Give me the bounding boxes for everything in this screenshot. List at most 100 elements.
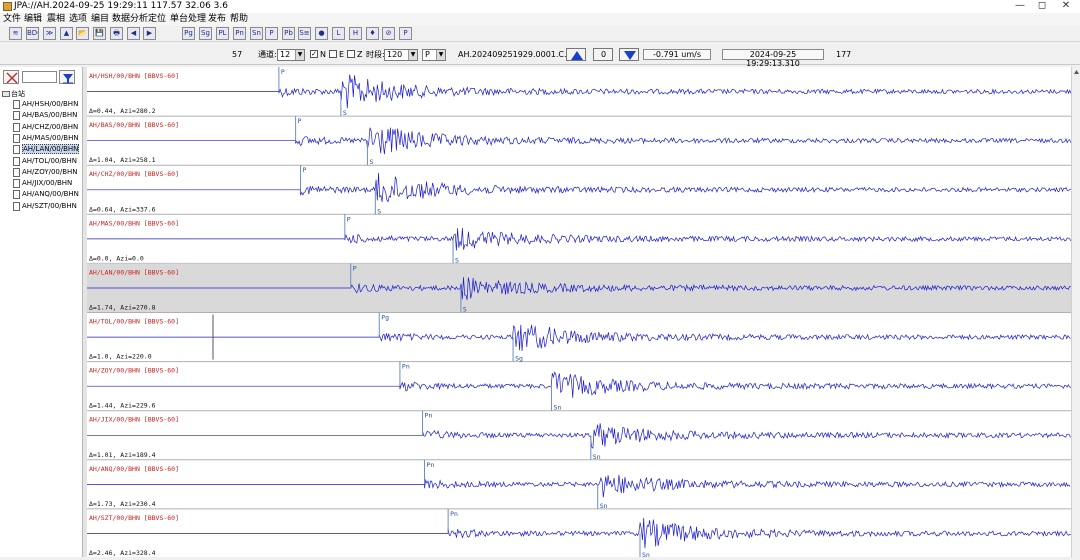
station-label: AH/LAN/00/BHN <box>22 144 80 155</box>
trace-row[interactable]: AH/MAS/00/BHN [BBVS-60] Δ=0.0, Azi=0.0 P S <box>87 214 1072 264</box>
clear-button[interactable] <box>3 70 19 84</box>
n-checkbox[interactable]: ✓ <box>310 50 318 58</box>
pick-s-button[interactable]: Sg <box>199 27 212 40</box>
station-item[interactable]: AH/BAS/00/BHN <box>13 111 77 121</box>
p-pick-label: Pn <box>402 363 410 371</box>
menu-publish[interactable]: 发布 <box>208 13 226 26</box>
menu-file[interactable]: 文件 <box>3 13 21 26</box>
phase-select[interactable]: P ▼ <box>422 49 446 61</box>
minimize-button[interactable]: — <box>1008 0 1032 13</box>
chevron-down-icon: ▼ <box>408 50 417 60</box>
save-icon: 💾 <box>95 29 104 37</box>
station-item[interactable]: AH/ZOY/00/BHN <box>13 167 78 178</box>
bdc-button[interactable]: BDC <box>26 27 39 40</box>
waveform-panel[interactable]: AH/HSH/00/BHN [BBVS-60] Δ=0.44, Azi=280.2… <box>87 67 1072 559</box>
trace-row[interactable]: AH/BAS/00/BHN [BBVS-60] Δ=1.04, Azi=258.1… <box>87 116 1072 166</box>
load-button[interactable]: ≫ <box>43 27 56 40</box>
trace-row[interactable]: AH/ANQ/00/BHN [BBVS-60] Δ=1.73, Azi=230.4… <box>87 459 1071 510</box>
station-tree-root[interactable]: 台站 <box>2 89 25 99</box>
h-button[interactable]: H <box>349 27 362 40</box>
scale-up-button[interactable] <box>566 48 586 61</box>
reset-scale-button[interactable]: 0 <box>593 48 613 61</box>
station-label: AH/HSH/00/BHN <box>22 100 79 108</box>
delete-icon: ⊘ <box>385 29 392 37</box>
menu-options[interactable]: 选项 <box>69 13 87 26</box>
seismogram-trace <box>87 172 1072 203</box>
stop-button[interactable]: P <box>399 27 412 40</box>
trace-info: Δ=2.46, Azi=328.4 <box>89 549 156 557</box>
open-folder-icon: 📂 <box>78 29 87 37</box>
trace-row[interactable]: AH/CHZ/00/BHN [BBVS-60] Δ=0.64, Azi=337.6… <box>87 165 1072 215</box>
station-item[interactable]: AH/TOL/00/BHN <box>13 156 78 167</box>
station-label: AH/TOL/00/BHN <box>22 156 78 165</box>
phase-value: P <box>425 50 430 59</box>
menu-phase[interactable]: 震相 <box>47 13 65 26</box>
z-checkbox[interactable] <box>347 50 355 58</box>
trace-label: AH/CHZ/00/BHN [BBVS-60] <box>89 170 179 178</box>
pick-pn-button[interactable]: Sn <box>250 27 263 40</box>
channel-select[interactable]: 12 ▼ <box>277 49 305 61</box>
s-e-button[interactable]: S≡ <box>298 27 311 40</box>
trace-row[interactable]: AH/JIX/00/BHN [BBVS-60] Δ=1.01, Azi=189.4… <box>87 410 1071 461</box>
waveform-canvas[interactable]: AH/HSH/00/BHN [BBVS-60] Δ=0.44, Azi=280.2… <box>87 67 1072 559</box>
close-window-button[interactable]: ✕ <box>1054 0 1078 13</box>
trace-label: AH/JIX/00/BHN [BBVS-60] <box>89 416 179 424</box>
station-item[interactable]: AH/SZT/00/BHN <box>13 201 77 212</box>
station-item[interactable]: AH/JIX/00/BHN <box>13 179 72 189</box>
trace-row[interactable]: AH/ZOY/00/BHN [BBVS-60] Δ=1.44, Azi=229.6… <box>87 361 1071 412</box>
trace-label: AH/LAN/00/BHN [BBVS-60] <box>89 268 179 276</box>
menu-data-analysis[interactable]: 数据分析 <box>112 13 148 26</box>
seismogram-trace <box>87 423 1071 449</box>
trace-row[interactable]: AH/SZT/00/BHN [BBVS-60] Δ=2.46, Azi=328.4… <box>87 508 1071 559</box>
save-button[interactable]: 💾 <box>93 27 106 40</box>
station-item[interactable]: AH/LAN/00/BHN <box>13 144 80 155</box>
trace-row[interactable]: AH/LAN/00/BHN [BBVS-60] Δ=1.74, Azi=270.8… <box>87 263 1071 314</box>
toolbar: ≋ BDC ≫ ▲ 📂 💾 🖶 ◀ ▶ Pg Sg PL Pn Sn P Pb S≡ ● L H ♦ ⊘ P <box>0 26 1080 42</box>
mark-l-button[interactable]: L <box>332 27 345 40</box>
pick-pb-button[interactable]: Pb <box>282 27 295 40</box>
menu-single-station[interactable]: 单台处理 <box>170 13 206 26</box>
print-button[interactable]: 🖶 <box>110 27 123 40</box>
forward-arrow-button[interactable]: ▶ <box>143 27 156 40</box>
pick-p-button[interactable]: Pg <box>182 27 195 40</box>
trace-info: Δ=1.04, Azi=258.1 <box>89 156 156 164</box>
filter-button[interactable]: ≋ <box>9 27 22 40</box>
pick-sn-button[interactable]: P <box>265 27 278 40</box>
station-item[interactable]: AH/ANQ/00/BHN <box>13 190 79 200</box>
menu-catalog[interactable]: 编目 <box>91 13 109 26</box>
zoom-station-button[interactable]: ▲ <box>60 27 73 40</box>
maximize-button[interactable]: ◻ <box>1030 0 1054 13</box>
s-pick-label: S <box>455 256 459 264</box>
scale-down-button[interactable] <box>619 48 639 61</box>
pick-pg-button[interactable]: PL <box>216 27 229 40</box>
station-item[interactable]: AH/CHZ/00/BHN <box>13 122 78 133</box>
station-button[interactable]: ♦ <box>366 27 379 40</box>
menu-help[interactable]: 帮助 <box>230 13 248 26</box>
back-arrow-button[interactable]: ◀ <box>127 27 140 40</box>
trace-row[interactable]: AH/HSH/00/BHN [BBVS-60] Δ=0.44, Azi=280.2… <box>87 67 1072 117</box>
count-right: 177 <box>836 50 852 59</box>
trace-label: AH/SZT/00/BHN [BBVS-60] <box>89 514 179 522</box>
timelength-select[interactable]: 120 ▼ <box>384 49 418 61</box>
filter-icon <box>63 74 73 84</box>
delete-button[interactable]: ⊘ <box>382 27 395 40</box>
amp-button[interactable]: ● <box>315 27 328 40</box>
trace-info: Δ=0.0, Azi=0.0 <box>89 254 144 262</box>
filter-button[interactable] <box>59 70 75 84</box>
station-label: AH/BAS/00/BHN <box>22 111 78 120</box>
vertical-scrollbar[interactable] <box>1071 67 1080 557</box>
station-item[interactable]: AH/HSH/00/BHN <box>13 100 78 110</box>
station-icon: ♦ <box>369 29 376 37</box>
open-folder-button[interactable]: 📂 <box>76 27 89 40</box>
menu-edit[interactable]: 编辑 <box>24 13 42 26</box>
station-item[interactable]: AH/MAS/00/BHN <box>13 133 79 144</box>
pick-sg-button[interactable]: Pn <box>233 27 246 40</box>
trace-row[interactable]: AH/TOL/00/BHN [BBVS-60] Δ=1.0, Azi=220.0 P… <box>87 312 1071 363</box>
menu-locate[interactable]: 定位 <box>148 13 166 26</box>
channel-label: 通道: <box>258 50 277 59</box>
s-pick-label: Sg <box>515 355 523 363</box>
station-filter-input[interactable] <box>22 71 57 83</box>
station-label: AH/ANQ/00/BHN <box>22 190 79 199</box>
scroll-up-icon[interactable] <box>1072 67 1080 77</box>
e-checkbox[interactable] <box>329 50 337 58</box>
